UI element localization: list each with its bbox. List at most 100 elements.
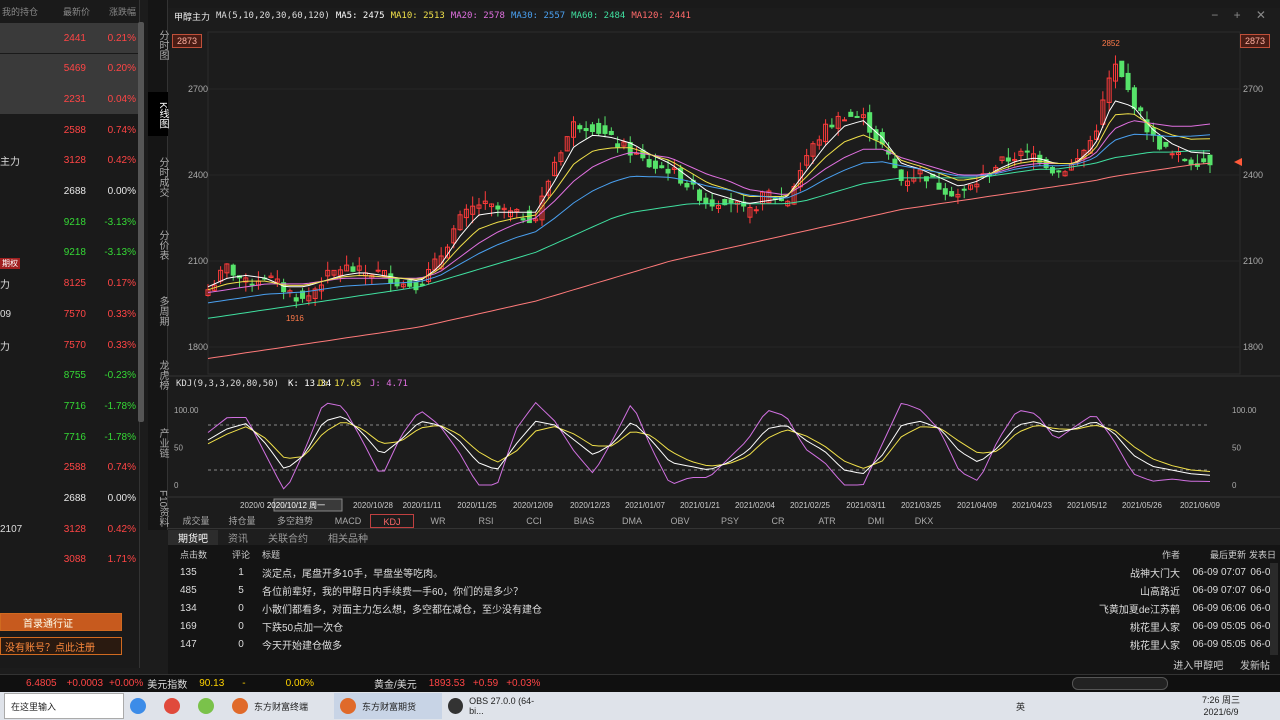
- kline-chart-svg[interactable]: 1800 1800 2100 2100 2400 2400 2700 2700 2852 1916…: [168, 24, 1280, 514]
- col-clicks[interactable]: 点击数: [168, 548, 226, 561]
- quote-list-scrollbar[interactable]: [138, 22, 144, 422]
- col-header-name[interactable]: 我的持仓: [0, 5, 52, 18]
- vtab-4[interactable]: 多周期: [148, 288, 168, 332]
- ma-params[interactable]: MA(5,10,20,30,60,120): [216, 11, 330, 21]
- news-title[interactable]: 下跌50点加一次仓: [256, 619, 1050, 634]
- taskbar-app-terminal[interactable]: 东方财富终端: [226, 693, 334, 719]
- quote-row[interactable]: 2588 0.74%: [0, 453, 138, 483]
- taskbar-app-futures[interactable]: 东方财富期货: [334, 693, 442, 719]
- col-header-change[interactable]: 涨跌幅: [90, 5, 136, 18]
- taskbar-clock[interactable]: 7:26 周三 2021/6/9: [1202, 694, 1240, 718]
- col-comments[interactable]: 评论: [226, 548, 256, 561]
- quote-row[interactable]: 2231 0.04%: [0, 84, 138, 115]
- news-title[interactable]: 今天开始建仓做多: [256, 637, 1050, 652]
- taskbar-app-obs[interactable]: OBS 27.0.0 (64-bi...: [442, 693, 550, 719]
- app-icon: [198, 698, 214, 714]
- quote-row[interactable]: 5469 0.20%: [0, 53, 138, 84]
- news-row[interactable]: 135 1 淡定点，尾盘开多10手，早盘坐等吃肉。 战神大门大 06-09 07:07 0…: [168, 563, 1280, 581]
- quote-row[interactable]: 2688 0.00%: [0, 484, 138, 514]
- quote-row[interactable]: 7716 -1.78%: [0, 391, 138, 421]
- indicator-tab-rsi[interactable]: RSI: [462, 514, 510, 528]
- quote-row[interactable]: 8755 -0.23%: [0, 361, 138, 391]
- vtab-1[interactable]: K线图: [148, 92, 168, 136]
- indicator-tab-持仓量[interactable]: 持仓量: [220, 514, 264, 528]
- indicator-tab-macd[interactable]: MACD: [326, 514, 370, 528]
- candle-body: [589, 124, 595, 133]
- quote-row[interactable]: 2107 3128 0.42%: [0, 514, 138, 544]
- news-title[interactable]: 各位前辈好，我的甲醇日内手续费一手60，你们的是多少？: [256, 583, 1050, 598]
- indicator-tab-多空趋势[interactable]: 多空趋势: [264, 514, 326, 528]
- vtab-3[interactable]: 分价表: [148, 222, 168, 266]
- indicator-tab-kdj[interactable]: KDJ: [370, 514, 414, 528]
- indicator-tab-obv[interactable]: OBV: [654, 514, 706, 528]
- quote-row[interactable]: 9218 -3.13%: [0, 207, 138, 237]
- indicator-tab-dmi[interactable]: DMI: [852, 514, 900, 528]
- chart-window-controls[interactable]: − + ✕: [1211, 8, 1272, 22]
- news-author[interactable]: 战神大门大: [1050, 565, 1180, 580]
- indicator-tab-bias[interactable]: BIAS: [558, 514, 610, 528]
- vtab-2[interactable]: 分时成交: [148, 150, 168, 202]
- status-search-box[interactable]: [1072, 677, 1168, 690]
- indicator-tab-wr[interactable]: WR: [414, 514, 462, 528]
- browser-app[interactable]: [124, 693, 158, 719]
- x-tick-label: 2021/03/11: [846, 501, 886, 510]
- indicator-tab-psy[interactable]: PSY: [706, 514, 754, 528]
- news-author[interactable]: 飞黄加夏de江苏鹤: [1050, 601, 1180, 616]
- indicator-tab-dma[interactable]: DMA: [610, 514, 654, 528]
- taskbar-search[interactable]: 在这里输入: [4, 693, 124, 719]
- quote-row[interactable]: 2688 0.00%: [0, 177, 138, 207]
- quote-row[interactable]: 力 8125 0.17%: [0, 269, 138, 299]
- news-tab-0[interactable]: 期货吧: [168, 529, 218, 545]
- news-row[interactable]: 485 5 各位前辈好，我的甲醇日内手续费一手60，你们的是多少？ 山高路近 06-09…: [168, 581, 1280, 599]
- candle-body: [684, 183, 690, 188]
- indicator-tab-cci[interactable]: CCI: [510, 514, 558, 528]
- kline-chart-area[interactable]: 1800 1800 2100 2100 2400 2400 2700 2700 2852 1916…: [168, 24, 1280, 514]
- new-post-link[interactable]: 发新帖: [1240, 661, 1270, 672]
- vtab-0[interactable]: 分时图: [148, 22, 168, 66]
- col-header-price[interactable]: 最新价: [52, 5, 90, 18]
- vtab-7[interactable]: F10资料: [148, 488, 168, 528]
- quote-row[interactable]: 主力 3128 0.42%: [0, 146, 138, 176]
- news-tab-3[interactable]: 相关品种: [318, 530, 378, 545]
- news-title[interactable]: 小散们都看多，对面主力怎么想，多空都在减仓，至少没有建仓: [256, 601, 1050, 616]
- indicator-tab-bar: 成交量 持仓量 多空趋势 MACD KDJ WR RSI CCI BIAS DMA OBV PSY CR…: [168, 514, 1280, 528]
- login-button[interactable]: 首录通行证: [0, 613, 122, 631]
- ime-language[interactable]: 英: [1016, 700, 1025, 713]
- col-author[interactable]: 作者: [1050, 548, 1180, 561]
- quote-row[interactable]: 7716 -1.78%: [0, 422, 138, 452]
- news-tab-1[interactable]: 资讯: [218, 530, 258, 545]
- chrome-app[interactable]: [158, 693, 192, 719]
- news-author[interactable]: 桃花里人家: [1050, 637, 1180, 652]
- quote-row[interactable]: 9218 -3.13%: [0, 238, 138, 268]
- col-last-update[interactable]: 最后更新: [1180, 548, 1246, 561]
- news-tab-2[interactable]: 关联合约: [258, 530, 318, 545]
- enter-forum-link[interactable]: 进入甲醇吧: [1173, 661, 1223, 672]
- indicator-tab-atr[interactable]: ATR: [802, 514, 852, 528]
- indicator-tab-dkx[interactable]: DKX: [900, 514, 948, 528]
- browser-icon: [130, 698, 146, 714]
- quote-change: 0.00%: [107, 493, 136, 504]
- indicator-tab-成交量[interactable]: 成交量: [172, 514, 220, 528]
- news-row[interactable]: 169 0 下跌50点加一次仓 桃花里人家 06-09 05:05 06-09: [168, 617, 1280, 635]
- quote-row[interactable]: 2441 0.21%: [0, 23, 138, 53]
- indicator-tab-cr[interactable]: CR: [754, 514, 802, 528]
- vtab-5[interactable]: 龙虎榜: [148, 352, 168, 396]
- misc-app[interactable]: [192, 693, 226, 719]
- news-comments: 1: [238, 566, 244, 578]
- news-scrollbar[interactable]: [1270, 563, 1278, 655]
- col-title[interactable]: 标题: [256, 548, 1050, 561]
- quote-row[interactable]: 力 7570 0.33%: [0, 330, 138, 360]
- news-author[interactable]: 桃花里人家: [1050, 619, 1180, 634]
- news-title[interactable]: 淡定点，尾盘开多10手，早盘坐等吃肉。: [256, 565, 1050, 580]
- vtab-6[interactable]: 产业链: [148, 420, 168, 464]
- col-publish[interactable]: 发表日: [1246, 548, 1280, 561]
- news-author[interactable]: 山高路近: [1050, 583, 1180, 598]
- x-tick-label: 2021/04/09: [957, 501, 998, 510]
- candle-body: [1201, 158, 1207, 163]
- quote-row[interactable]: 2588 0.74%: [0, 115, 138, 145]
- quote-row[interactable]: 3088 1.71%: [0, 545, 138, 575]
- news-row[interactable]: 147 0 今天开始建仓做多 桃花里人家 06-09 05:05 06-09: [168, 635, 1280, 653]
- quote-row[interactable]: 09 7570 0.33%: [0, 299, 138, 329]
- register-button[interactable]: 没有账号？点此注册: [0, 637, 122, 655]
- news-row[interactable]: 134 0 小散们都看多，对面主力怎么想，多空都在减仓，至少没有建仓 飞黄加夏de江苏…: [168, 599, 1280, 617]
